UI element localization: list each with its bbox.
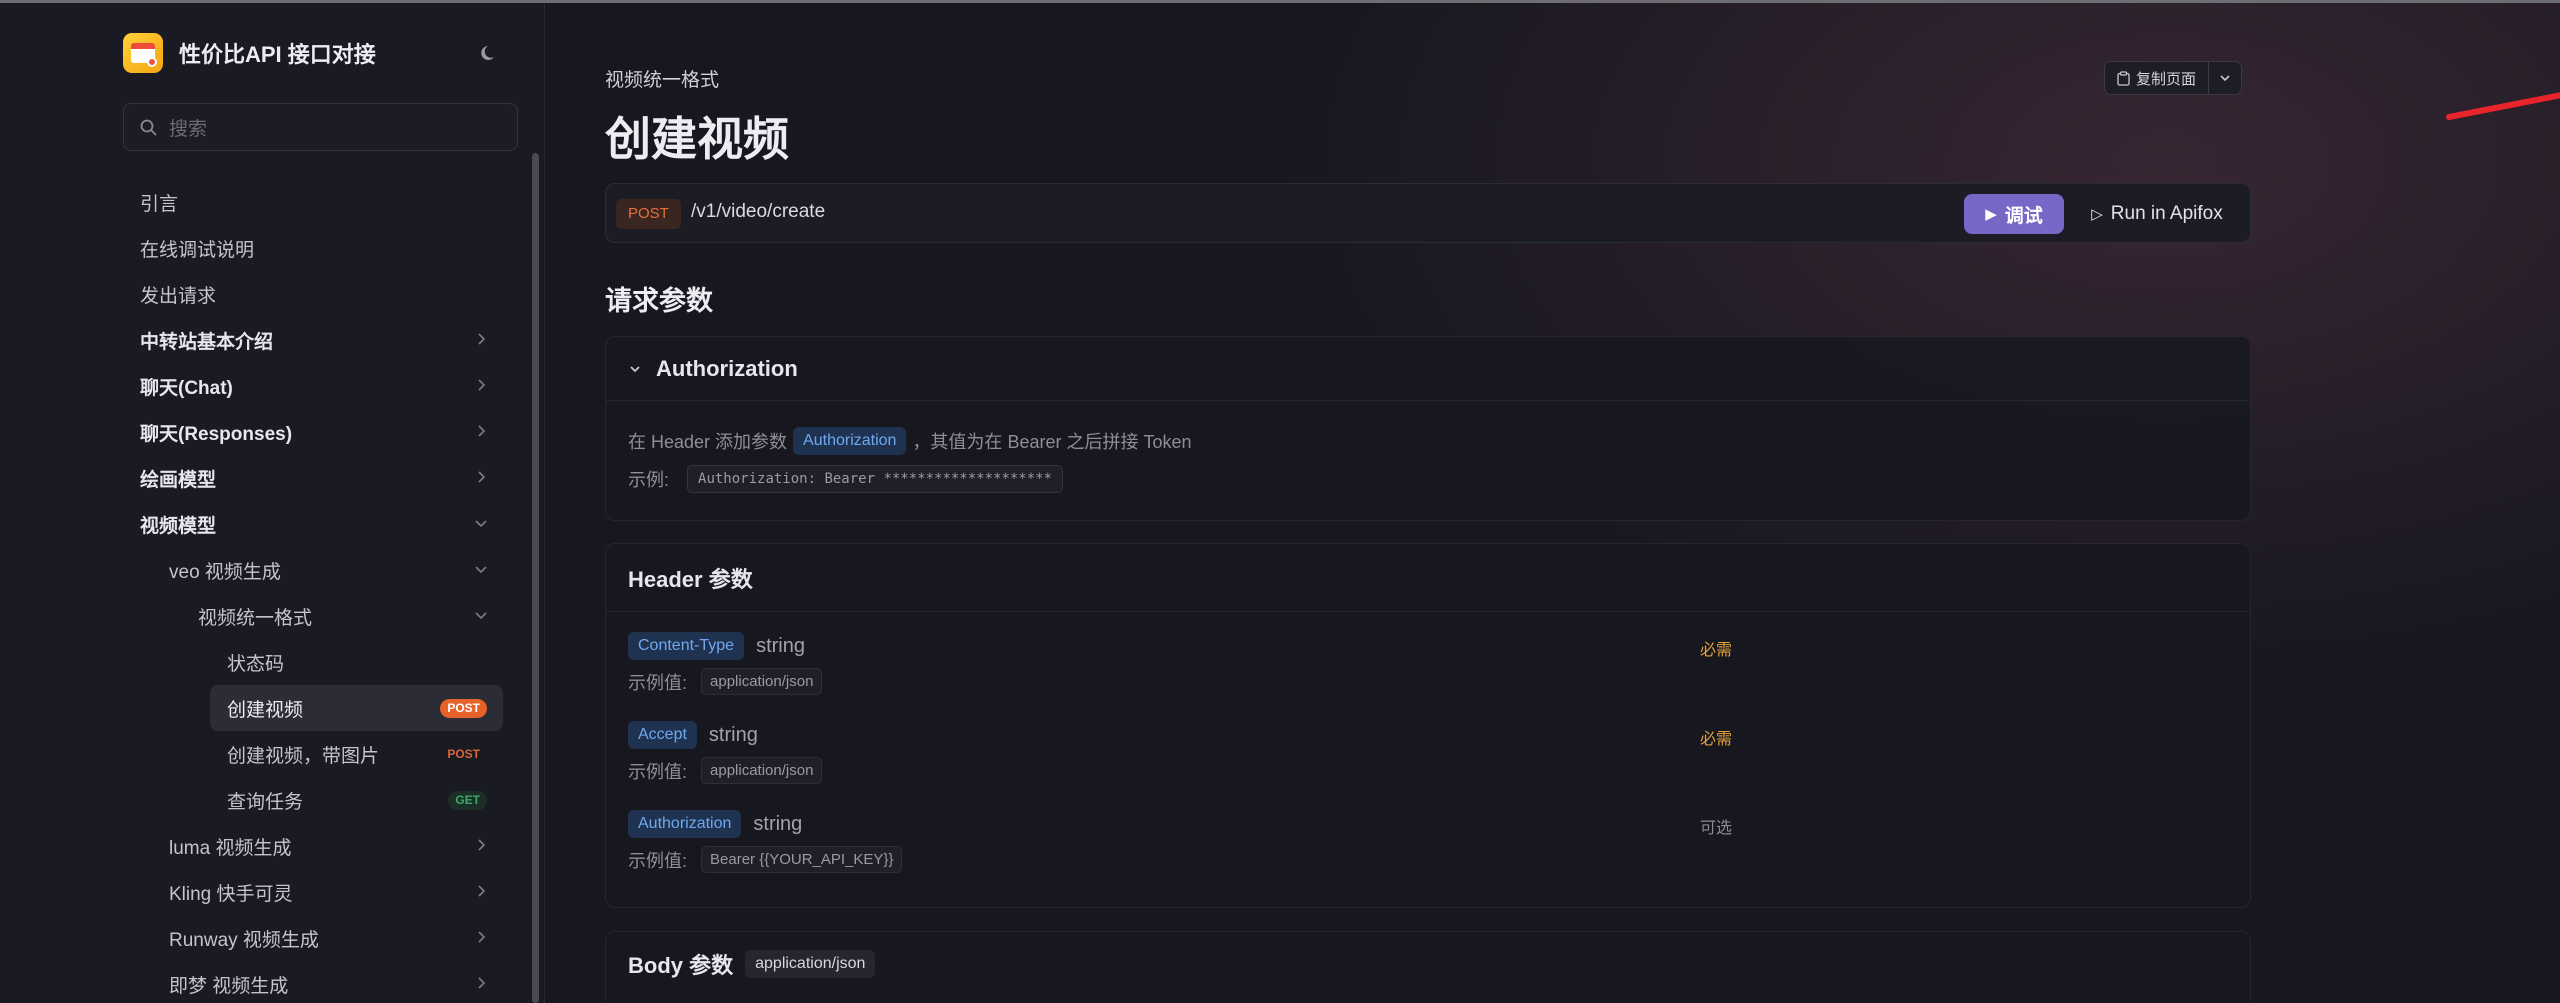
endpoint-path[interactable]: /v1/video/create <box>691 201 825 223</box>
sidebar-item-jimeng[interactable]: 即梦 视频生成 <box>123 961 503 1003</box>
play-icon: ▶ <box>1985 206 1997 223</box>
search-placeholder: 搜索 <box>169 118 208 140</box>
method-badge-post: POST <box>440 699 487 718</box>
param-name[interactable]: Accept <box>628 721 697 749</box>
auth-example: 示例: Authorization: Bearer **************… <box>628 465 1064 493</box>
param-type: string <box>756 634 805 657</box>
body-content-type: application/json <box>745 950 876 978</box>
play-outline-icon: ▷ <box>2091 206 2103 223</box>
param-name[interactable]: Content-Type <box>628 632 745 660</box>
param-required-flag: 必需 <box>1700 642 1733 659</box>
sidebar-nav: 引言 在线调试说明 发出请求 中转站基本介绍 聊天(Chat) 聊天(Respo… <box>123 179 503 1003</box>
chevron-right-icon <box>478 931 486 943</box>
clipboard-icon <box>2117 70 2130 86</box>
param-example-label: 示例值: <box>628 850 688 871</box>
endpoint-bar: POST /v1/video/create ▶ 调试 ▷ Run in Apif… <box>605 183 2251 243</box>
param-example-label: 示例值: <box>628 761 688 782</box>
auth-description: 在 Header 添加参数 Authorization ，其值为在 Bearer… <box>628 427 1192 455</box>
chevron-down-icon <box>2220 75 2230 82</box>
sidebar-item-status-code[interactable]: 状态码 <box>123 639 503 685</box>
param-example-value: application/json <box>701 757 823 784</box>
run-in-apifox-button[interactable]: ▷ Run in Apifox <box>2072 194 2242 234</box>
search-icon <box>140 119 157 135</box>
sidebar-item-drawing[interactable]: 绘画模型 <box>123 455 503 501</box>
sidebar-item-runway[interactable]: Runway 视频生成 <box>123 915 503 961</box>
param-type: string <box>753 812 803 835</box>
sidebar-item-responses[interactable]: 聊天(Responses) <box>123 409 503 455</box>
header-params-card: Header 参数 Content-Type string 必需 示例值: ap… <box>605 543 2251 908</box>
auth-example-value[interactable]: Authorization: Bearer ******************… <box>687 465 1064 493</box>
param-name[interactable]: Authorization <box>628 810 742 838</box>
sidebar-item-create-video-image[interactable]: 创建视频，带图片 POST <box>123 731 503 777</box>
body-params-header: Body 参数 application/json <box>606 932 2250 996</box>
param-accept: Accept string 必需 示例值: application/json <box>628 719 2228 784</box>
param-example-value: application/json <box>701 668 823 695</box>
auth-param-tag: Authorization <box>793 427 907 455</box>
param-authorization: Authorization string 可选 示例值: Bearer {{YO… <box>628 808 2228 873</box>
sidebar-scrollbar[interactable] <box>532 153 539 1003</box>
param-example-value: Bearer {{YOUR_API_KEY}} <box>701 846 903 873</box>
chevron-down-icon <box>630 365 640 372</box>
sidebar-item-video-unified[interactable]: 视频统一格式 <box>123 593 503 639</box>
copy-page-button[interactable]: 复制页面 <box>2105 62 2210 94</box>
chevron-down-icon <box>475 566 487 574</box>
brand[interactable]: 性价比API 接口对接 <box>123 33 376 73</box>
moon-icon[interactable] <box>480 43 502 65</box>
method-badge-get: GET <box>448 791 487 810</box>
chevron-right-icon <box>478 425 486 437</box>
sidebar-item-intro[interactable]: 引言 <box>123 179 503 225</box>
chevron-down-icon <box>475 612 487 620</box>
sidebar: 性价比API 接口对接 搜索 引言 在线调试说明 发出请求 中转站基本介绍 聊天… <box>0 3 545 1003</box>
brand-title: 性价比API 接口对接 <box>179 42 376 67</box>
param-optional-flag: 可选 <box>1700 820 1733 837</box>
page-title: 创建视频 <box>605 113 789 165</box>
body-params-card: Body 参数 application/json <box>605 931 2251 1003</box>
chevron-right-icon <box>478 379 486 391</box>
search-input[interactable]: 搜索 <box>123 103 518 151</box>
method-badge-post: POST <box>616 199 681 229</box>
sidebar-item-luma[interactable]: luma 视频生成 <box>123 823 503 869</box>
section-title-request-params: 请求参数 <box>605 286 713 316</box>
chevron-right-icon <box>478 977 486 989</box>
header-params-title: Header 参数 <box>606 544 2250 612</box>
param-type: string <box>708 723 758 746</box>
sidebar-item-relay-intro[interactable]: 中转站基本介绍 <box>123 317 503 363</box>
param-content-type: Content-Type string 必需 示例值: application/… <box>628 630 2228 695</box>
breadcrumb[interactable]: 视频统一格式 <box>605 65 719 92</box>
annotation-arrow-icon <box>2446 92 2560 120</box>
sidebar-item-query-task[interactable]: 查询任务 GET <box>123 777 503 823</box>
sidebar-item-veo[interactable]: veo 视频生成 <box>123 547 503 593</box>
brand-logo-icon <box>123 33 163 73</box>
auth-card-header[interactable]: Authorization <box>606 337 2250 401</box>
param-example-label: 示例值: <box>628 672 688 693</box>
copy-page-dropdown[interactable] <box>2209 62 2241 94</box>
param-required-flag: 必需 <box>1700 731 1733 748</box>
copy-page-group: 复制页面 <box>2104 61 2243 95</box>
chevron-right-icon <box>478 839 486 851</box>
chevron-down-icon <box>475 520 487 528</box>
main-content: 视频统一格式 创建视频 复制页面 POST /v1/video/create ▶… <box>546 3 2560 1003</box>
chevron-right-icon <box>478 471 486 483</box>
sidebar-item-create-video[interactable]: 创建视频 POST <box>210 685 503 731</box>
debug-button[interactable]: ▶ 调试 <box>1964 194 2064 234</box>
chevron-right-icon <box>478 885 486 897</box>
sidebar-item-online-debug[interactable]: 在线调试说明 <box>123 225 503 271</box>
auth-card: Authorization 在 Header 添加参数 Authorizatio… <box>605 336 2251 521</box>
chevron-right-icon <box>478 333 486 345</box>
sidebar-item-chat[interactable]: 聊天(Chat) <box>123 363 503 409</box>
method-badge-post: POST <box>447 747 480 761</box>
sidebar-item-send-request[interactable]: 发出请求 <box>123 271 503 317</box>
sidebar-item-kling[interactable]: Kling 快手可灵 <box>123 869 503 915</box>
sidebar-item-video-models[interactable]: 视频模型 <box>123 501 503 547</box>
